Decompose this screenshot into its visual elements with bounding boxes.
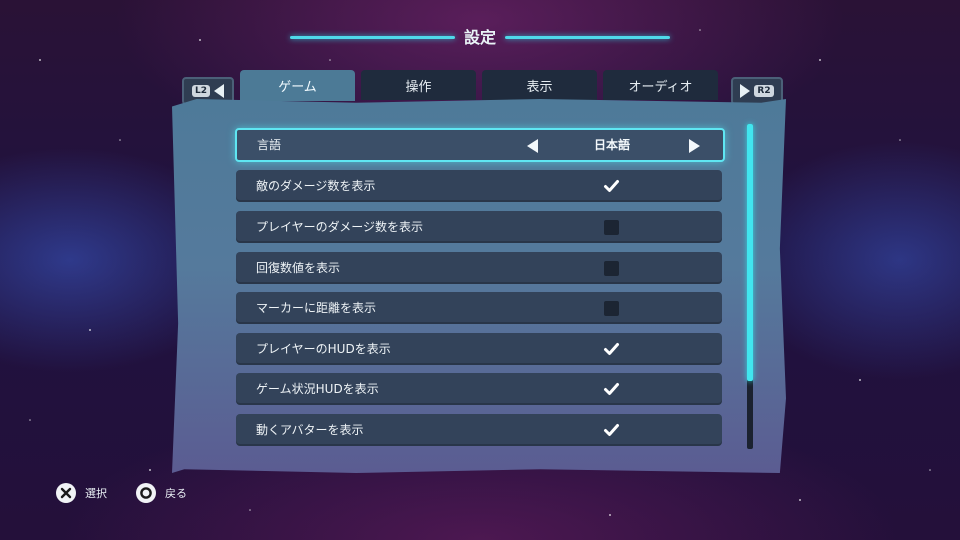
circle-button-icon	[136, 483, 156, 503]
language-value: 日本語	[593, 138, 630, 152]
back-hint-label: 戻る	[165, 487, 187, 500]
language-selector[interactable]: 言語 日本語	[235, 128, 725, 162]
setting-checkbox[interactable]	[604, 179, 619, 194]
page-title: 設定	[463, 28, 496, 47]
select-hint-label: 選択	[85, 487, 107, 500]
setting-label: マーカーに距離を表示	[256, 301, 377, 315]
setting-checkbox[interactable]	[604, 423, 619, 438]
language-prev-arrow-icon[interactable]	[527, 139, 538, 153]
cross-button-icon	[56, 483, 76, 503]
checkmark-icon	[604, 424, 619, 436]
setting-label: 動くアバターを表示	[256, 423, 364, 437]
setting-label: 回復数値を表示	[256, 261, 341, 275]
setting-row-player-damage[interactable]: プレイヤーのダメージ数を表示	[236, 211, 722, 243]
arrow-right-icon	[740, 84, 751, 98]
language-next-arrow-icon[interactable]	[689, 139, 700, 153]
setting-row-heal-numbers[interactable]: 回復数値を表示	[236, 252, 722, 284]
tab-game[interactable]: ゲーム	[240, 70, 355, 101]
header: 設定	[0, 22, 960, 54]
checkmark-icon	[604, 343, 619, 355]
setting-label: ゲーム状況HUDを表示	[256, 382, 379, 396]
scrollbar-thumb[interactable]	[747, 124, 753, 381]
setting-checkbox[interactable]	[604, 261, 619, 276]
title-divider-right	[505, 36, 670, 39]
setting-row-marker-distance[interactable]: マーカーに距離を表示	[236, 292, 722, 324]
setting-checkbox[interactable]	[604, 220, 619, 235]
setting-label: 敵のダメージ数を表示	[256, 179, 376, 193]
tab-bar: ゲーム 操作 表示 オーディオ	[240, 70, 720, 101]
language-label: 言語	[257, 138, 282, 152]
setting-checkbox[interactable]	[604, 301, 619, 316]
l2-button-icon: L2	[192, 85, 210, 97]
setting-checkbox[interactable]	[604, 382, 619, 397]
setting-label: プレイヤーのHUDを表示	[256, 342, 391, 356]
back-hint: 戻る	[136, 483, 187, 503]
checkmark-icon	[604, 383, 619, 395]
setting-row-game-status-hud[interactable]: ゲーム状況HUDを表示	[236, 373, 722, 405]
select-hint: 選択	[56, 483, 107, 503]
title-divider-left	[290, 36, 455, 39]
setting-row-enemy-damage[interactable]: 敵のダメージ数を表示	[236, 170, 722, 202]
arrow-left-icon	[214, 84, 224, 98]
setting-checkbox[interactable]	[604, 342, 619, 357]
tab-controls[interactable]: 操作	[361, 70, 476, 100]
tab-display[interactable]: 表示	[482, 70, 597, 100]
tab-audio[interactable]: オーディオ	[603, 70, 718, 100]
checkmark-icon	[604, 180, 619, 192]
setting-row-animated-avatar[interactable]: 動くアバターを表示	[236, 414, 722, 446]
r2-button-icon: R2	[754, 85, 774, 97]
setting-label: プレイヤーのダメージ数を表示	[256, 220, 424, 234]
setting-row-player-hud[interactable]: プレイヤーのHUDを表示	[236, 333, 722, 365]
